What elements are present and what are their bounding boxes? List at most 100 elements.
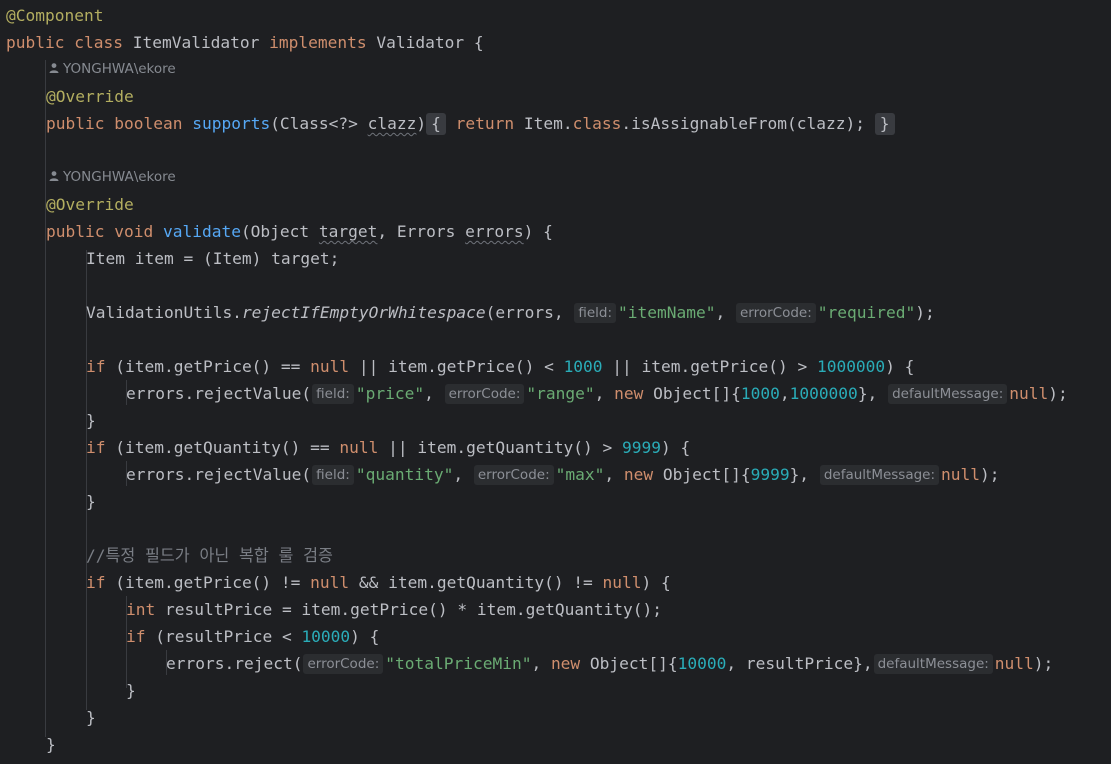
keyword: class bbox=[74, 33, 123, 52]
string-literal: "required" bbox=[817, 303, 916, 322]
code-text: Object[]{ bbox=[653, 465, 751, 484]
code-text: || item.getPrice() < bbox=[349, 357, 564, 376]
code-text: Item item = (Item) target; bbox=[86, 249, 340, 268]
person-icon bbox=[49, 171, 59, 181]
code-line[interactable]: } bbox=[46, 731, 1111, 758]
param-hint: errorCode: bbox=[444, 384, 525, 404]
keyword: public bbox=[46, 114, 105, 133]
keyword: new bbox=[623, 465, 654, 484]
code-line[interactable]: errors.rejectValue(field: "quantity", err… bbox=[126, 461, 1111, 488]
keyword: implements bbox=[269, 33, 367, 52]
keyword: new bbox=[550, 654, 581, 673]
param-name: clazz bbox=[367, 114, 417, 133]
code-line[interactable]: errors.reject(errorCode: "totalPriceMin",… bbox=[166, 650, 1111, 677]
code-text: (Object bbox=[240, 222, 319, 241]
indent-guide bbox=[45, 60, 46, 737]
param-hint: errorCode: bbox=[735, 303, 816, 323]
code-line[interactable]: if (resultPrice < 10000) { bbox=[126, 623, 1111, 650]
code-text: ) { bbox=[641, 573, 671, 592]
code-line[interactable]: } bbox=[126, 677, 1111, 704]
code-text: (item.getQuantity() == bbox=[105, 438, 340, 457]
string-literal: "itemName" bbox=[618, 303, 716, 322]
code-text: ) bbox=[416, 114, 427, 133]
param-name: errors bbox=[465, 222, 524, 241]
code-line[interactable]: public class ItemValidator implements Va… bbox=[6, 29, 1111, 56]
code-line[interactable]: errors.rejectValue(field: "price", errorC… bbox=[126, 380, 1111, 407]
fold-marker[interactable]: { bbox=[426, 113, 446, 135]
code-text: ) { bbox=[350, 627, 380, 646]
code-editor[interactable]: @Component public class ItemValidator im… bbox=[0, 0, 1111, 764]
keyword: boolean bbox=[114, 114, 183, 133]
author-hint[interactable]: YONGHWA\ekore bbox=[48, 164, 176, 191]
string-literal: "totalPriceMin" bbox=[385, 654, 532, 673]
interface-name: Validator { bbox=[376, 33, 484, 52]
person-icon bbox=[49, 63, 59, 73]
string-literal: "quantity" bbox=[355, 465, 454, 484]
keyword: null bbox=[339, 438, 379, 457]
code-line[interactable]: @Override bbox=[46, 191, 1111, 218]
keyword: public bbox=[6, 33, 65, 52]
code-text: ) { bbox=[885, 357, 915, 376]
code-line[interactable]: @Component bbox=[6, 2, 1111, 29]
keyword: if bbox=[86, 573, 106, 592]
keyword: return bbox=[455, 114, 515, 133]
comment: //특정 필드가 아닌 복합 룰 검증 bbox=[86, 546, 333, 565]
code-line[interactable]: } bbox=[86, 704, 1111, 731]
code-line[interactable]: } bbox=[86, 488, 1111, 515]
number-literal: 9999 bbox=[622, 438, 662, 457]
code-line[interactable]: int resultPrice = item.getPrice() * item… bbox=[126, 596, 1111, 623]
code-text: resultPrice = item.getPrice() * item.get… bbox=[155, 600, 663, 619]
code-line[interactable]: ValidationUtils.rejectIfEmptyOrWhitespac… bbox=[86, 299, 1111, 326]
code-text: ); bbox=[1048, 384, 1068, 403]
code-text: }, bbox=[789, 465, 810, 484]
number-literal: 9999 bbox=[750, 465, 790, 484]
code-line[interactable]: public void validate(Object target, Erro… bbox=[46, 218, 1111, 245]
code-text: } bbox=[86, 411, 96, 430]
string-literal: "price" bbox=[355, 384, 425, 403]
code-line[interactable]: if (item.getPrice() == null || item.getP… bbox=[86, 353, 1111, 380]
code-text: (Class<?> bbox=[270, 114, 368, 133]
author-hint[interactable]: YONGHWA\ekore bbox=[48, 56, 176, 83]
code-text: && item.getQuantity() != bbox=[349, 573, 603, 592]
code-line[interactable]: if (item.getQuantity() == null || item.g… bbox=[86, 434, 1111, 461]
keyword: if bbox=[126, 627, 146, 646]
number-literal: 1000 bbox=[563, 357, 603, 376]
code-text: , Errors bbox=[377, 222, 466, 241]
code-text: (item.getPrice() != bbox=[105, 573, 311, 592]
number-literal: 10000 bbox=[301, 627, 351, 646]
code-text: ); bbox=[915, 303, 935, 322]
param-hint: errorCode: bbox=[303, 654, 384, 674]
method-name: supports bbox=[192, 114, 271, 133]
keyword: null bbox=[941, 465, 981, 484]
code-line[interactable]: public boolean supports(Class<?> clazz){… bbox=[46, 110, 1111, 137]
method-name: validate bbox=[162, 222, 241, 241]
code-text: ValidationUtils. bbox=[86, 303, 242, 322]
number-literal: 1000000 bbox=[789, 384, 858, 403]
param-hint: field: bbox=[312, 465, 354, 485]
code-text: (resultPrice < bbox=[145, 627, 302, 646]
code-text: ); bbox=[1033, 654, 1054, 673]
method-name: rejectIfEmptyOrWhitespace bbox=[241, 303, 486, 322]
number-literal: 10000 bbox=[677, 654, 727, 673]
string-literal: "max" bbox=[555, 465, 605, 484]
code-text: } bbox=[46, 735, 56, 754]
code-text: errors.rejectValue( bbox=[126, 465, 312, 484]
annotation: @Override bbox=[46, 195, 134, 214]
code-line[interactable]: @Override bbox=[46, 83, 1111, 110]
code-text: Object[]{ bbox=[580, 654, 678, 673]
keyword: null bbox=[310, 573, 350, 592]
class-name: ItemValidator bbox=[132, 33, 260, 52]
code-text: || item.getQuantity() > bbox=[378, 438, 623, 457]
code-text: ) { bbox=[661, 438, 691, 457]
author-name: YONGHWA\ekore bbox=[63, 61, 176, 77]
code-line[interactable]: if (item.getPrice() != null && item.getQ… bbox=[86, 569, 1111, 596]
param-hint: defaultMessage: bbox=[819, 465, 940, 485]
keyword: public bbox=[46, 222, 105, 241]
keyword: null bbox=[602, 573, 642, 592]
fold-marker[interactable]: } bbox=[874, 113, 895, 135]
code-text: (item.getPrice() == bbox=[105, 357, 311, 376]
code-text: , resultPrice}, bbox=[726, 654, 873, 673]
code-line[interactable]: Item item = (Item) target; bbox=[86, 245, 1111, 272]
code-line[interactable]: } bbox=[86, 407, 1111, 434]
code-line[interactable]: //특정 필드가 아닌 복합 룰 검증 bbox=[86, 542, 1111, 569]
